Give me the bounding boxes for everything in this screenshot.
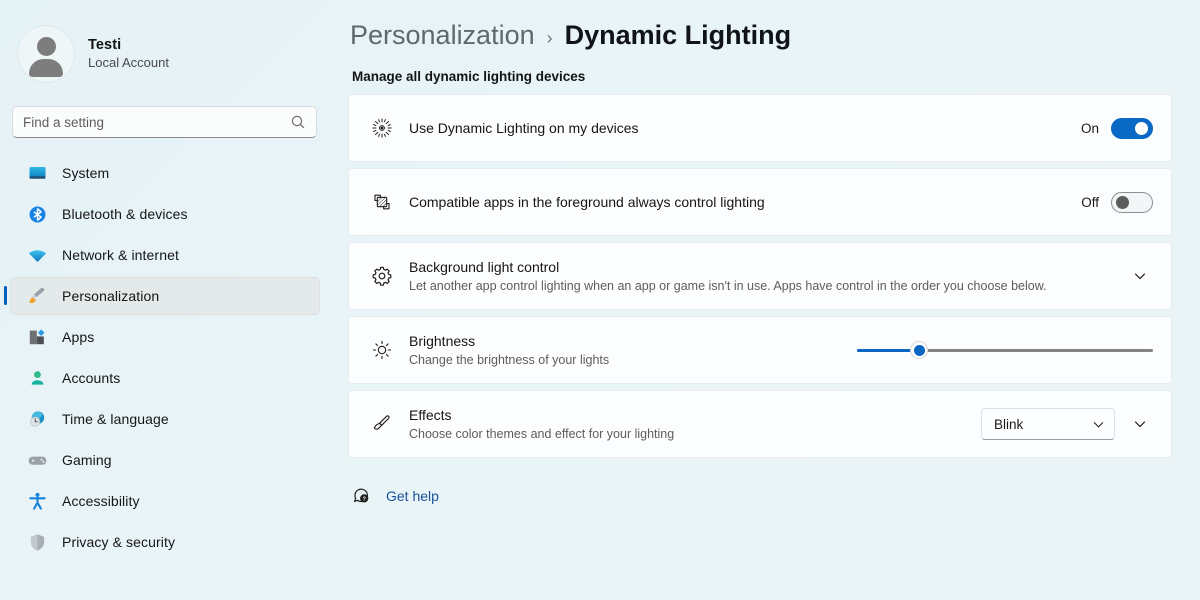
sidebar-item-accessibility[interactable]: Accessibility	[10, 482, 320, 520]
sidebar-item-label: Network & internet	[62, 247, 179, 263]
help-question-icon: ?	[352, 486, 372, 506]
section-title: Manage all dynamic lighting devices	[352, 69, 586, 84]
sidebar-item-label: Time & language	[62, 411, 169, 427]
card-title: Background light control	[409, 258, 560, 275]
svg-text:?: ?	[362, 497, 366, 503]
paintbrush-outline-icon	[365, 413, 399, 435]
card-subtitle: Choose color themes and effect for your …	[409, 426, 675, 441]
gear-icon	[365, 265, 399, 287]
overlapping-apps-icon	[365, 191, 399, 213]
sidebar-item-label: Privacy & security	[62, 534, 176, 550]
card-foreground-control[interactable]: Compatible apps in the foreground always…	[348, 168, 1172, 236]
clock-globe-icon	[26, 408, 48, 430]
apps-icon	[26, 326, 48, 348]
card-title: Brightness	[409, 332, 476, 349]
card-background-light-control[interactable]: Background light control Let another app…	[348, 242, 1172, 310]
brightness-slider[interactable]	[857, 339, 1153, 361]
get-help-link[interactable]: Get help	[386, 488, 439, 504]
page-title: Dynamic Lighting	[564, 20, 792, 50]
chevron-down-icon[interactable]	[1127, 263, 1153, 289]
get-help-row[interactable]: ? Get help	[348, 486, 1176, 506]
sun-brightness-icon	[365, 339, 399, 361]
account-name: Testi	[88, 37, 122, 54]
toggle-state-label: Off	[1081, 194, 1099, 210]
wifi-icon	[26, 244, 48, 266]
settings-window: Testi Local Account Find a setting Syste…	[0, 0, 1200, 600]
sidebar-item-privacy-security[interactable]: Privacy & security	[10, 523, 320, 561]
sidebar-item-label: Personalization	[62, 288, 160, 304]
avatar	[18, 26, 74, 82]
sidebar-item-system[interactable]: System	[10, 154, 320, 192]
card-use-dynamic-lighting[interactable]: Use Dynamic Lighting on my devices On	[348, 94, 1172, 162]
breadcrumb-separator-icon: ›	[546, 28, 553, 48]
sidebar-item-label: System	[62, 165, 110, 181]
search-input[interactable]	[23, 114, 290, 130]
account-header[interactable]: Testi Local Account	[0, 0, 330, 82]
breadcrumb-parent[interactable]: Personalization	[350, 20, 535, 51]
card-title: Use Dynamic Lighting on my devices	[409, 119, 639, 136]
sidebar: Testi Local Account Find a setting Syste…	[0, 0, 330, 600]
search-container	[12, 106, 318, 138]
gamepad-icon	[26, 449, 48, 471]
paintbrush-icon	[26, 285, 48, 307]
sidebar-item-label: Accounts	[62, 370, 121, 386]
sidebar-item-label: Bluetooth & devices	[62, 206, 188, 222]
card-effects[interactable]: Effects Choose color themes and effect f…	[348, 390, 1172, 458]
sidebar-item-accounts[interactable]: Accounts	[10, 359, 320, 397]
bluetooth-icon	[26, 203, 48, 225]
sidebar-item-gaming[interactable]: Gaming	[10, 441, 320, 479]
sidebar-item-personalization[interactable]: Personalization	[4, 277, 320, 315]
slider-thumb[interactable]	[910, 341, 929, 359]
sidebar-item-bluetooth-devices[interactable]: Bluetooth & devices	[10, 195, 320, 233]
card-subtitle: Change the brightness of your lights	[409, 352, 610, 367]
chevron-down-icon[interactable]	[1127, 411, 1153, 437]
search-box[interactable]	[12, 106, 317, 138]
effects-dropdown[interactable]: Blink	[981, 408, 1115, 440]
toggle-use-dynamic-lighting[interactable]	[1111, 117, 1153, 139]
toggle-foreground-control[interactable]	[1111, 191, 1153, 213]
search-icon	[290, 114, 306, 130]
main-content: Personalization › Dynamic Lighting Manag…	[330, 0, 1200, 600]
card-title: Effects	[409, 406, 452, 423]
accessibility-icon	[26, 490, 48, 512]
effects-selected-value: Blink	[994, 416, 1024, 432]
chevron-down-icon	[1092, 418, 1105, 431]
sidebar-item-time-language[interactable]: Time & language	[10, 400, 320, 438]
toggle-state-label: On	[1080, 120, 1099, 136]
shield-icon	[26, 531, 48, 553]
settings-card-list: Use Dynamic Lighting on my devices On Co…	[348, 94, 1172, 458]
sidebar-item-label: Gaming	[62, 452, 112, 468]
sidebar-item-label: Accessibility	[62, 493, 140, 509]
sidebar-item-label: Apps	[62, 329, 95, 345]
sidebar-nav: System Bluetooth & devices Network & int…	[0, 154, 330, 561]
sidebar-item-apps[interactable]: Apps	[10, 318, 320, 356]
card-subtitle: Let another app control lighting when an…	[409, 278, 1047, 293]
card-brightness[interactable]: Brightness Change the brightness of your…	[348, 316, 1172, 384]
breadcrumb: Personalization › Dynamic Lighting	[348, 20, 1176, 51]
card-title: Compatible apps in the foreground always…	[409, 193, 765, 210]
account-subtitle: Local Account	[88, 55, 169, 71]
monitor-icon	[26, 162, 48, 184]
account-person-icon	[26, 367, 48, 389]
sidebar-item-network-internet[interactable]: Network & internet	[10, 236, 320, 274]
brightness-burst-icon	[365, 117, 399, 139]
